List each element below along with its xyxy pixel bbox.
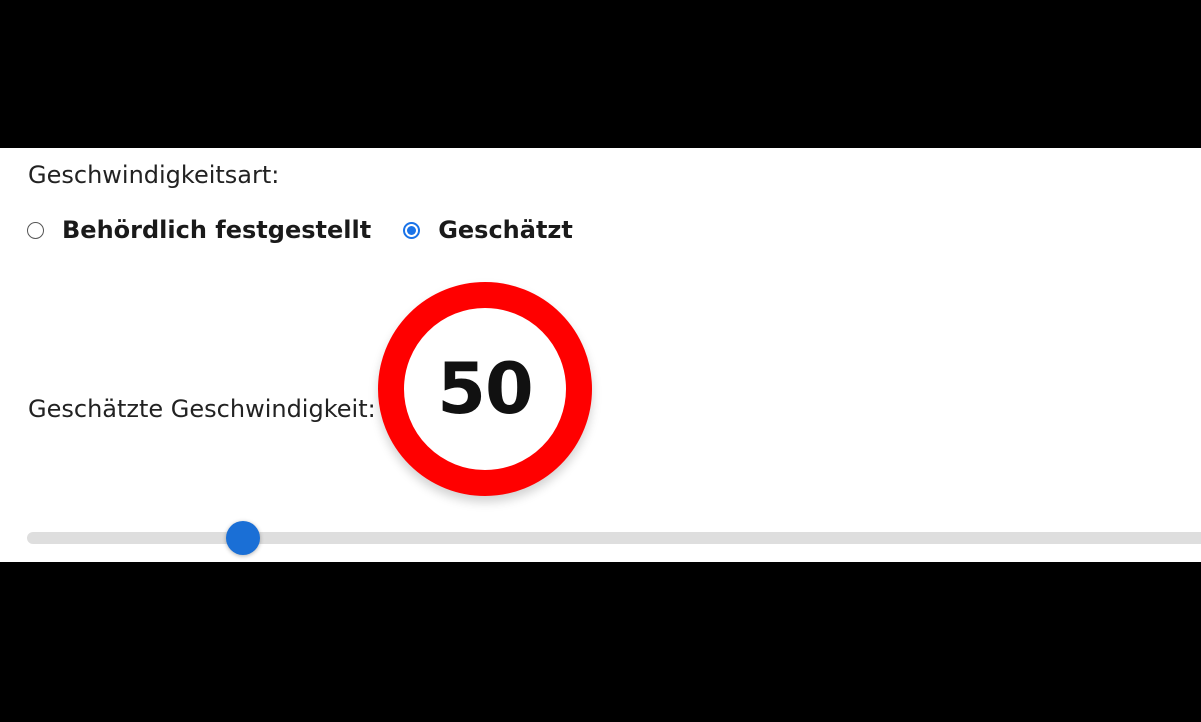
slider-track[interactable] (27, 532, 1201, 544)
speed-limit-sign: 50 (378, 282, 592, 496)
speed-value: 50 (437, 348, 533, 430)
letterbox-bottom (0, 562, 1201, 722)
estimated-speed-label: Geschätzte Geschwindigkeit: (28, 395, 376, 423)
radio-option-estimated[interactable]: Geschätzt (403, 216, 573, 244)
radio-official[interactable] (27, 221, 44, 239)
speed-slider[interactable] (27, 521, 1201, 555)
speed-type-label: Geschwindigkeitsart: (28, 161, 280, 189)
radio-estimated-label[interactable]: Geschätzt (438, 216, 573, 244)
letterbox-top (0, 0, 1201, 148)
radio-estimated[interactable] (403, 221, 421, 239)
speed-type-radio-group: Behördlich festgestellt Geschätzt (27, 214, 573, 246)
radio-official-label[interactable]: Behördlich festgestellt (62, 216, 371, 244)
speed-form-panel: Geschwindigkeitsart: Behördlich festgest… (0, 148, 1201, 562)
radio-option-official[interactable]: Behördlich festgestellt (27, 216, 371, 244)
slider-thumb[interactable] (226, 521, 260, 555)
